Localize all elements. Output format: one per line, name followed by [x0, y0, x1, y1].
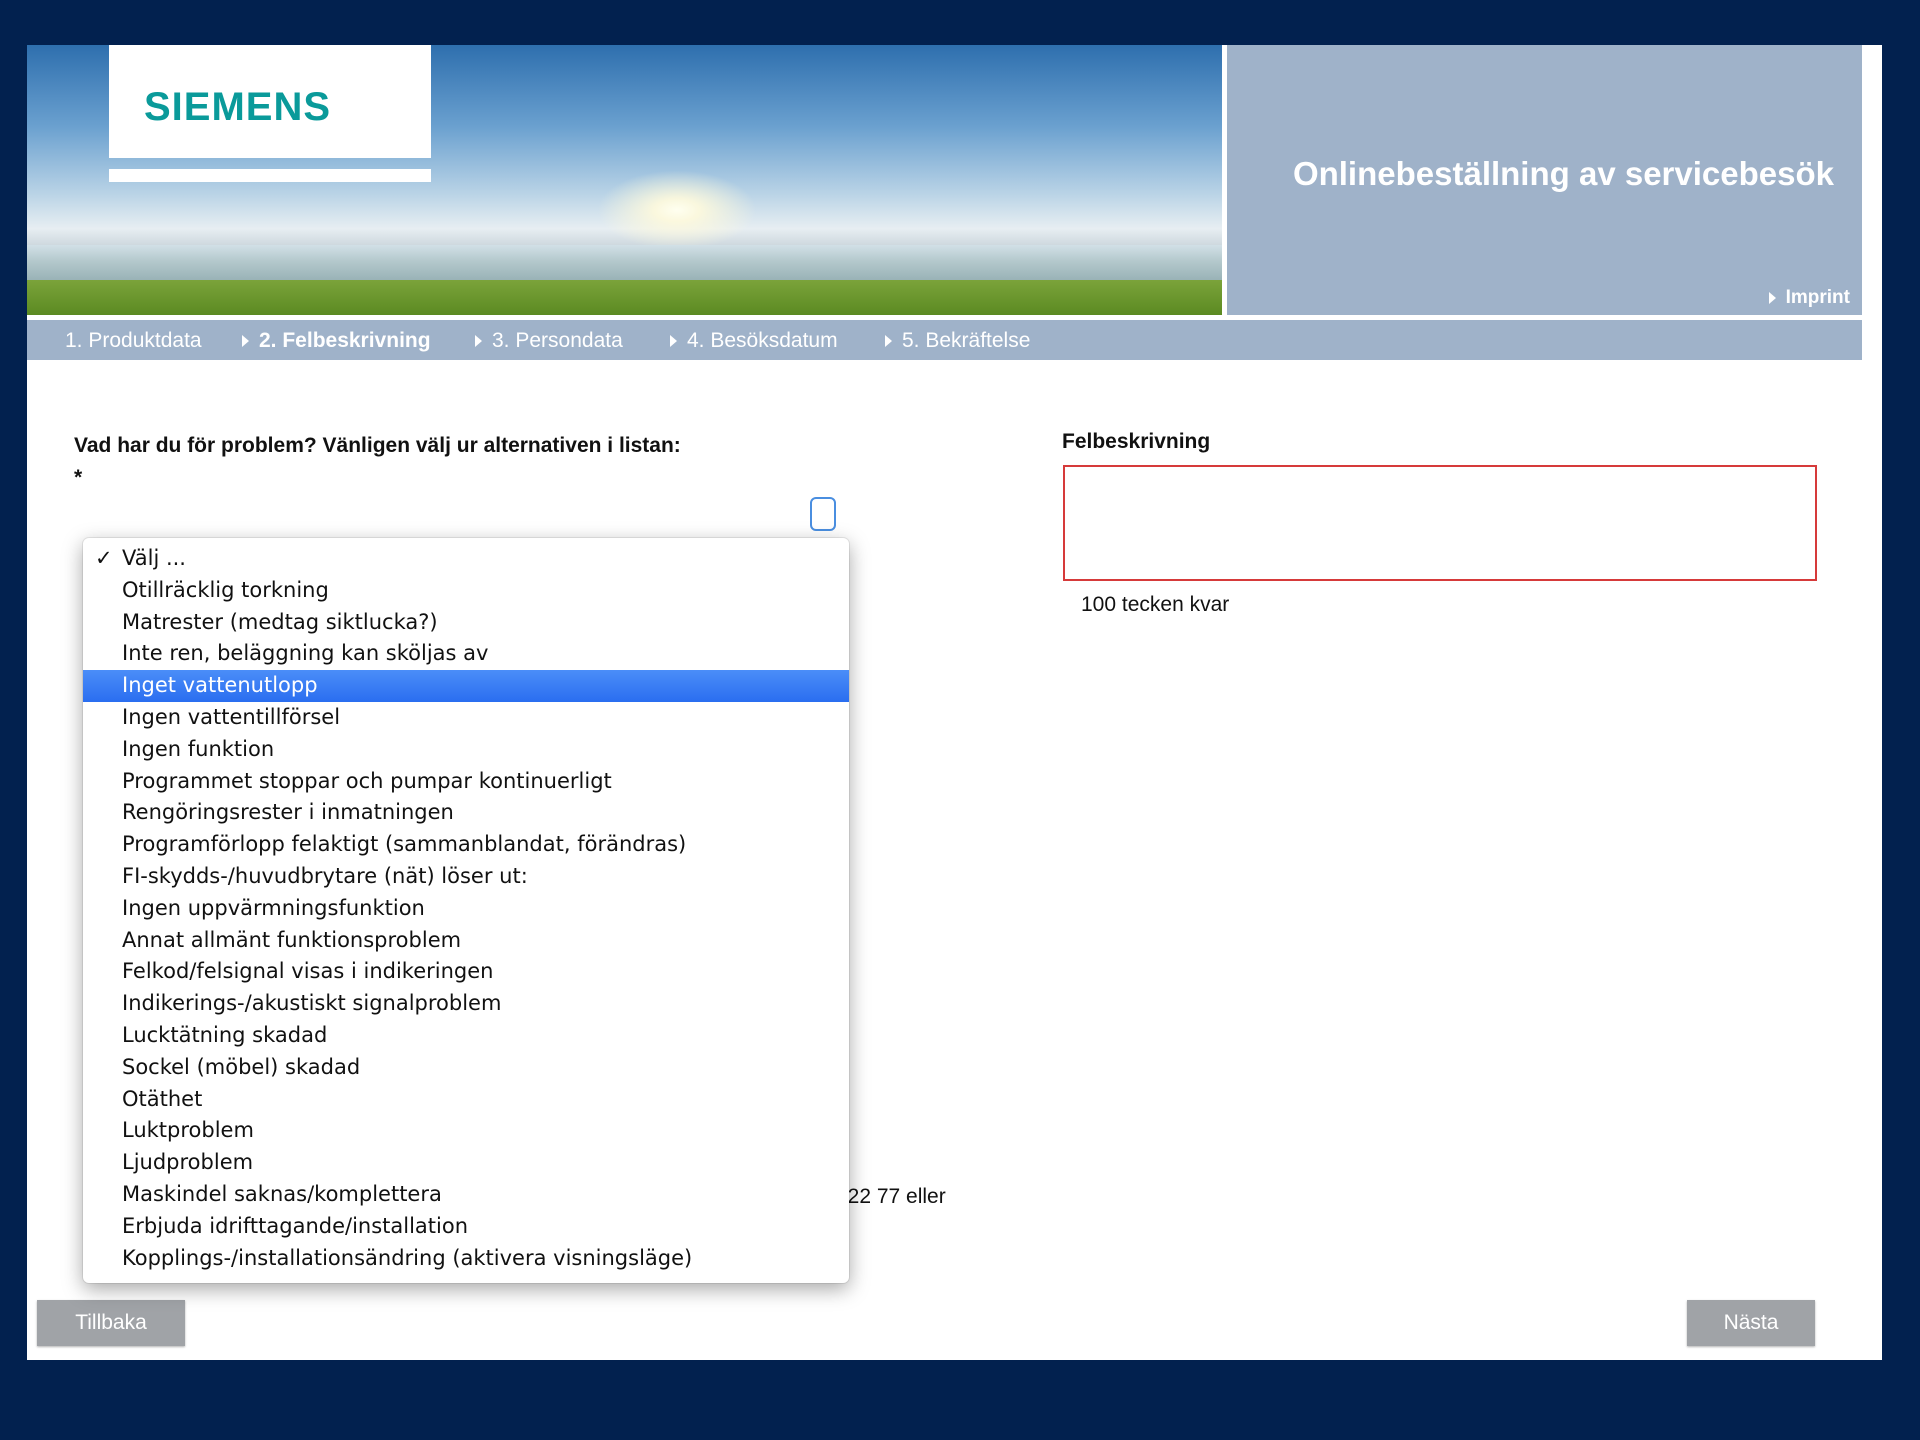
dropdown-option-label: Felkod/felsignal visas i indikeringen [122, 959, 494, 984]
step-navigation: 1. Produktdata 2. Felbeskrivning 3. Pers… [27, 320, 1862, 360]
back-button[interactable]: Tillbaka [37, 1300, 185, 1346]
banner-water [27, 245, 1222, 285]
dropdown-option-label: Välj ... [122, 546, 186, 570]
dropdown-option[interactable]: Programmet stoppar och pumpar kontinuerl… [83, 766, 849, 798]
step-1[interactable]: 1. Produktdata [65, 329, 202, 353]
step-1-label[interactable]: 1. Produktdata [65, 329, 202, 352]
triangle-right-icon [475, 335, 482, 348]
dropdown-option-label: Ljudproblem [122, 1150, 254, 1175]
dropdown-option-label: Programförlopp felaktigt (sammanblandat,… [122, 832, 687, 857]
step-3[interactable]: 3. Persondata [475, 329, 623, 353]
dropdown-option-label: Matrester (medtag siktlucka?) [122, 609, 438, 634]
triangle-right-icon [885, 335, 892, 348]
dropdown-option-label: Maskindel saknas/komplettera [122, 1181, 442, 1206]
triangle-right-icon [1768, 291, 1776, 304]
dropdown-option[interactable]: Maskindel saknas/komplettera [83, 1179, 849, 1211]
dropdown-option[interactable]: Ingen funktion [83, 734, 849, 766]
dropdown-option-label: Otillräcklig torkning [122, 577, 329, 602]
step-5-label[interactable]: 5. Bekräftelse [902, 329, 1030, 352]
dropdown-option-label: Ingen funktion [122, 736, 275, 761]
dropdown-option-label: Inte ren, beläggning kan sköljas av [122, 641, 489, 666]
char-counter: 100 tecken kvar [1081, 593, 1230, 616]
dropdown-option[interactable]: Kopplings-/installationsändring (aktiver… [83, 1243, 849, 1275]
dropdown-option-label: Ingen vattentillförsel [122, 704, 341, 729]
dropdown-option[interactable]: Ljudproblem [83, 1147, 849, 1179]
page: SIEMENS Onlinebeställning av servicebesö… [27, 45, 1882, 1360]
dropdown-option[interactable]: FI-skydds-/huvudbrytare (nät) löser ut: [83, 861, 849, 893]
dropdown-option-label: Lucktätning skadad [122, 1022, 328, 1047]
dropdown-option-label: Rengöringsrester i inmatningen [122, 800, 454, 825]
imprint-link[interactable]: Imprint [1768, 287, 1850, 309]
problem-question-label: Vad har du för problem? Vänligen välj ur… [74, 434, 681, 489]
dropdown-option[interactable]: Otillräcklig torkning [83, 575, 849, 607]
description-textarea[interactable] [1063, 465, 1817, 581]
dropdown-option-label: Inget vattenutlopp [122, 673, 318, 698]
up-down-arrows-icon[interactable] [810, 497, 836, 531]
dropdown-option[interactable]: Erbjuda idrifttagande/installation [83, 1211, 849, 1243]
dropdown-option[interactable]: Matrester (medtag siktlucka?) [83, 607, 849, 639]
step-5[interactable]: 5. Bekräftelse [885, 329, 1030, 353]
step-4-label[interactable]: 4. Besöksdatum [687, 329, 838, 352]
dropdown-option[interactable]: Inte ren, beläggning kan sköljas av [83, 638, 849, 670]
dropdown-option-label: Programmet stoppar och pumpar kontinuerl… [122, 768, 612, 793]
dropdown-option[interactable]: Programförlopp felaktigt (sammanblandat,… [83, 829, 849, 861]
dropdown-option[interactable]: Felkod/felsignal visas i indikeringen [83, 956, 849, 988]
problem-dropdown-list[interactable]: ✓ Välj ... Otillräcklig torkning Matrester … [83, 538, 849, 1283]
step-4[interactable]: 4. Besöksdatum [670, 329, 838, 353]
dropdown-option[interactable]: Ingen vattentillförsel [83, 702, 849, 734]
logo-underbar [109, 169, 431, 182]
dropdown-option[interactable]: Inget vattenutlopp [83, 670, 849, 702]
dropdown-option[interactable]: Sockel (möbel) skadad [83, 1052, 849, 1084]
dropdown-option-label: Luktproblem [122, 1118, 254, 1143]
dropdown-option-label: Sockel (möbel) skadad [122, 1054, 361, 1079]
imprint-label[interactable]: Imprint [1786, 287, 1850, 308]
banner-grass [27, 280, 1222, 315]
dropdown-option[interactable]: Ingen uppvärmningsfunktion [83, 893, 849, 925]
step-2[interactable]: 2. Felbeskrivning [242, 329, 431, 353]
triangle-right-icon [242, 335, 249, 348]
dropdown-option-label: Ingen uppvärmningsfunktion [122, 895, 425, 920]
triangle-right-icon [670, 335, 677, 348]
banner-sun [597, 170, 757, 250]
dropdown-option-label: FI-skydds-/huvudbrytare (nät) löser ut: [122, 863, 528, 888]
dropdown-option-label: Erbjuda idrifttagande/installation [122, 1213, 469, 1238]
dropdown-option[interactable]: Rengöringsrester i inmatningen [83, 797, 849, 829]
dropdown-option[interactable]: ✓ Välj ... [83, 543, 849, 575]
dropdown-option[interactable]: Otäthet [83, 1084, 849, 1116]
next-button[interactable]: Nästa [1687, 1300, 1815, 1346]
siemens-logo[interactable]: SIEMENS [144, 85, 331, 130]
dropdown-option-label: Annat allmänt funktionsproblem [122, 927, 462, 952]
dropdown-option[interactable]: Annat allmänt funktionsproblem [83, 925, 849, 957]
step-3-label[interactable]: 3. Persondata [492, 329, 623, 352]
page-title: Onlinebeställning av servicebesök [1292, 155, 1834, 192]
dropdown-option-label: Otäthet [122, 1086, 203, 1111]
dropdown-option[interactable]: Lucktätning skadad [83, 1020, 849, 1052]
header-panel: Onlinebeställning av servicebesök Imprin… [1227, 45, 1862, 315]
dropdown-option-label: Indikerings-/akustiskt signalproblem [122, 991, 502, 1016]
dropdown-option[interactable]: Luktproblem [83, 1115, 849, 1147]
dropdown-option-label: Kopplings-/installationsändring (aktiver… [122, 1245, 693, 1270]
step-2-label[interactable]: 2. Felbeskrivning [259, 329, 431, 352]
dropdown-option[interactable]: Indikerings-/akustiskt signalproblem [83, 988, 849, 1020]
checkmark-icon: ✓ [95, 546, 113, 570]
description-label: Felbeskrivning [1062, 430, 1211, 453]
